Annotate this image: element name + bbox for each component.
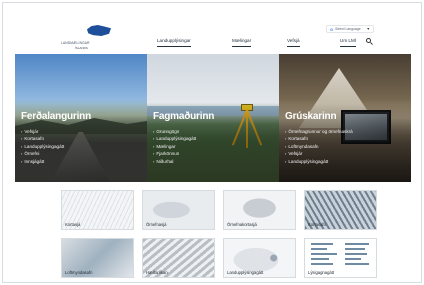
panel-link[interactable]: › Landupplýsingagátt — [21, 143, 64, 150]
hero-panels: Ferðalangurinn › Vefsjár › Kortasafn › Land… — [15, 54, 411, 182]
chevron-right-icon: › — [153, 136, 155, 142]
thumb-label: Örnefnakortasjá — [227, 222, 257, 227]
chevron-right-icon: › — [285, 158, 287, 164]
thumb-kortasja[interactable]: Kortasjá — [61, 190, 134, 230]
panel-link[interactable]: › Landupplýsingagátt — [153, 135, 196, 142]
panel-title[interactable]: Ferðalangurinn — [21, 111, 91, 122]
chevron-down-icon: ▼ — [366, 27, 370, 31]
panel-title[interactable]: Fagmaðurinn — [153, 111, 214, 122]
search-icon[interactable] — [365, 37, 373, 45]
hero-panel-fagmadurinn[interactable]: Fagmaðurinn › Grunngögn › Landupplýsingagá… — [147, 54, 279, 182]
chevron-right-icon: › — [21, 151, 23, 157]
thumb-kortasafn[interactable]: Kortasafn — [304, 190, 377, 230]
chevron-right-icon: › — [21, 129, 23, 134]
iceland-map-icon — [87, 25, 111, 36]
hero-panel-ferdalangurinn[interactable]: Ferðalangurinn › Vefsjár › Kortasafn › Land… — [15, 54, 147, 182]
thumb-label: Örnefnasjá — [146, 222, 167, 227]
panel-link[interactable]: › Niðurhal — [153, 158, 196, 165]
panel-title[interactable]: Grúskarinn — [285, 111, 337, 122]
chevron-right-icon: › — [285, 136, 287, 142]
main-nav: Landupplýsingar Mælingar Vefsjá Um LMÍ — [3, 38, 423, 50]
panel-links: › Vefsjár › Kortasafn › Landupplýsingagátt … — [21, 128, 64, 165]
thumb-label: Landupplýsingagátt — [227, 270, 264, 275]
thumb-haedarlikan[interactable]: Hæðarlíkan — [142, 238, 215, 278]
thumb-label: Kortasafn — [308, 222, 326, 227]
chevron-right-icon: › — [21, 143, 23, 149]
panel-link[interactable]: › Fjarkönnun — [153, 150, 196, 157]
panel-link[interactable]: › Vefsjár — [285, 150, 353, 157]
nav-item-landupplysingar[interactable]: Landupplýsingar — [157, 38, 191, 47]
panel-link[interactable]: › Kortasafn — [285, 135, 353, 142]
panel-link[interactable]: › Örnefni — [21, 150, 64, 157]
hero-panel-gruskarinn[interactable]: Grúskarinn › Örnefnagrunnur og örnefnaskr… — [279, 54, 411, 182]
chevron-right-icon: › — [285, 151, 287, 157]
thumb-label: Hæðarlíkan — [146, 270, 168, 275]
panel-link[interactable]: › Landupplýsingagátt — [285, 158, 353, 165]
panel-links: › Örnefnagrunnur og örnefnaskrá › Kortasaf… — [285, 128, 353, 165]
panel-link[interactable]: › Mælingar — [153, 143, 196, 150]
chevron-right-icon: › — [153, 151, 155, 157]
chevron-right-icon: › — [21, 158, 23, 164]
thumb-landupplysingagatt[interactable]: Landupplýsingagátt — [223, 238, 296, 278]
language-selector[interactable]: G Select Language ▼ — [326, 25, 374, 33]
thumb-label: Kortasjá — [65, 222, 81, 227]
thumb-loftmyndasafn[interactable]: Loftmyndasafn — [61, 238, 134, 278]
nav-item-um-lmi[interactable]: Um LMÍ — [340, 38, 357, 47]
google-icon: G — [330, 26, 334, 32]
map-services-grid: Kortasjá Örnefnasjá Örnefnakortasjá Kort… — [61, 190, 379, 280]
thumb-ornefnakortasja[interactable]: Örnefnakortasjá — [223, 190, 296, 230]
thumb-lysigagnagatt[interactable]: Lýsigagnagátt — [304, 238, 377, 278]
nav-item-vefsja[interactable]: Vefsjá — [287, 38, 300, 47]
chevron-right-icon: › — [285, 143, 287, 149]
chevron-right-icon: › — [153, 158, 155, 164]
chevron-right-icon: › — [153, 129, 155, 134]
panel-link[interactable]: › Innsjágátt — [21, 158, 64, 165]
panel-link[interactable]: › Örnefnagrunnur og örnefnaskrá — [285, 128, 353, 135]
nav-item-maelingar[interactable]: Mælingar — [232, 38, 252, 47]
thumb-label: Loftmyndasafn — [65, 270, 93, 275]
page: LANDMÆLINGAR ÍSLANDS G Select Language ▼… — [2, 2, 422, 283]
thumb-ornefnasja[interactable]: Örnefnasjá — [142, 190, 215, 230]
chevron-right-icon: › — [21, 136, 23, 142]
chevron-right-icon: › — [285, 129, 287, 134]
panel-link[interactable]: › Grunngögn — [153, 128, 196, 135]
panel-link[interactable]: › Kortasafn — [21, 135, 64, 142]
site-header: LANDMÆLINGAR ÍSLANDS G Select Language ▼… — [3, 3, 423, 53]
panel-link[interactable]: › Vefsjár — [21, 128, 64, 135]
thumb-label: Lýsigagnagátt — [308, 270, 335, 275]
panel-link[interactable]: › Loftmyndasafn — [285, 143, 353, 150]
language-label: Select Language — [335, 27, 361, 31]
chevron-right-icon: › — [153, 143, 155, 149]
panel-links: › Grunngögn › Landupplýsingagátt › Mælingar… — [153, 128, 196, 165]
